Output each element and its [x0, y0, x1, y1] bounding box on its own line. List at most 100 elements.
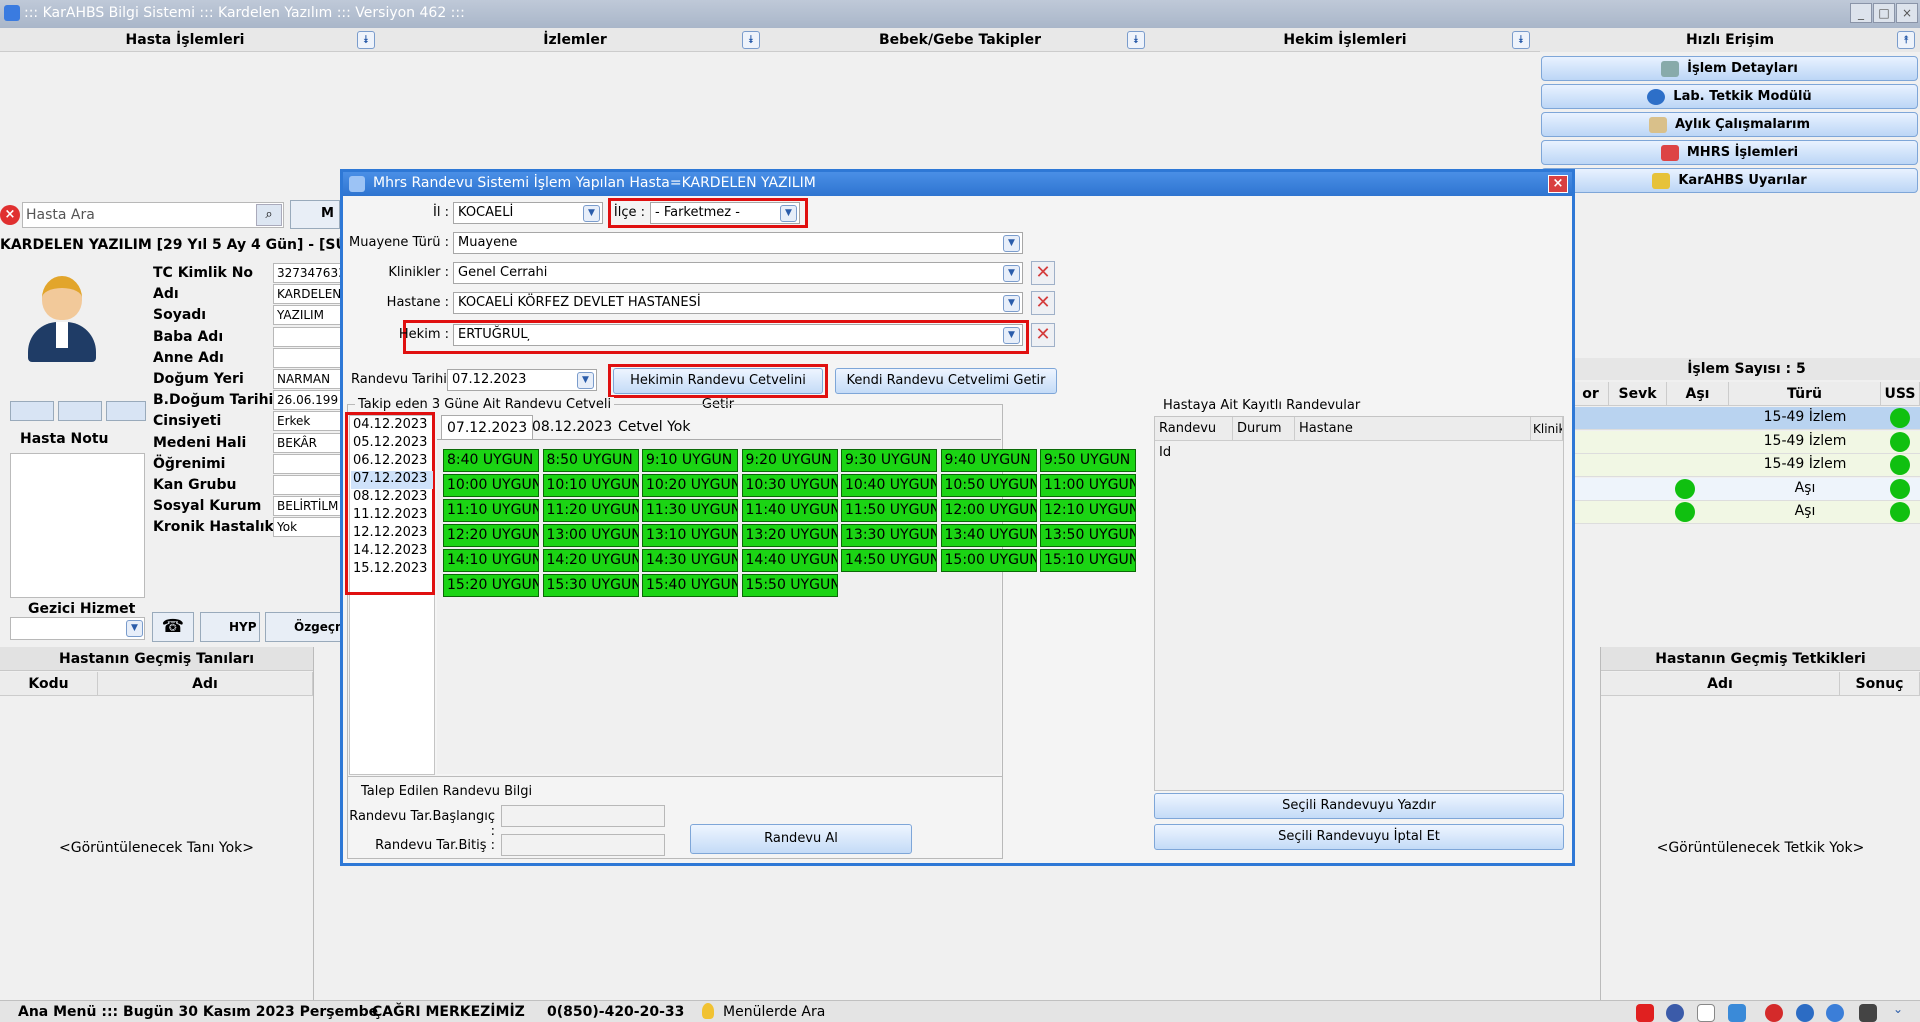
date-list-item[interactable]: 07.12.2023	[351, 471, 433, 489]
menu-bebek-gebe[interactable]: Bebek/Gebe Takipler	[770, 28, 1150, 52]
qa-islem-detaylari[interactable]: İşlem Detayları	[1541, 56, 1918, 81]
chevron-down-icon[interactable]: ▼	[1003, 235, 1020, 252]
appointment-slot[interactable]: 11:00 UYGUN	[1040, 474, 1136, 497]
ribbon-icon[interactable]	[1765, 1004, 1783, 1022]
appointment-slot[interactable]: 11:50 UYGUN	[841, 499, 937, 522]
chevron-down-icon[interactable]: ⯯	[1512, 31, 1530, 49]
menulerde-ara[interactable]: Menülerde Ara	[723, 1004, 825, 1020]
appointment-slot[interactable]: 15:20 UYGUN	[443, 574, 539, 597]
appointment-slot[interactable]: 9:40 UYGUN	[940, 449, 1037, 472]
il-select[interactable]: KOCAELİ	[453, 202, 603, 224]
appointment-slot[interactable]: 9:10 UYGUN	[642, 449, 738, 472]
minimize-button[interactable]: _	[1850, 3, 1872, 23]
appointment-slot[interactable]: 14:30 UYGUN	[642, 549, 738, 572]
table-row[interactable]: Aşı	[1573, 477, 1920, 501]
ilce-select[interactable]: - Farketmez -	[650, 202, 800, 224]
col-or[interactable]: or	[1573, 382, 1609, 406]
appointment-slot[interactable]: 13:20 UYGUN	[741, 524, 838, 547]
col-randevu-id[interactable]: Randevu Id	[1155, 417, 1233, 460]
menu-hasta-islemleri[interactable]: Hasta İşlemleri	[0, 28, 370, 52]
randevu-iptal-button[interactable]: Seçili Randevuyu İptal Et	[1154, 824, 1564, 850]
appointment-slot[interactable]: 13:50 UYGUN	[1040, 524, 1136, 547]
refresh-button[interactable]	[10, 401, 54, 421]
qa-aylik-calismalar[interactable]: Aylık Çalışmalarım	[1541, 112, 1918, 137]
document-icon[interactable]	[1697, 1004, 1715, 1022]
date-list-item[interactable]: 14.12.2023	[351, 543, 433, 561]
patient-field-value[interactable]: NARMAN	[273, 369, 343, 389]
gezici-hizmet-select[interactable]	[10, 617, 145, 640]
chevron-up-icon[interactable]: ⯭	[1897, 31, 1915, 49]
randevu-yazdir-button[interactable]: Seçili Randevuyu Yazdır	[1154, 793, 1564, 819]
table-row[interactable]: 15-49 İzlem	[1573, 407, 1920, 430]
appointment-slot[interactable]: 10:30 UYGUN	[741, 474, 838, 497]
appointment-slot[interactable]: 11:30 UYGUN	[642, 499, 738, 522]
table-row[interactable]: Aşı	[1573, 501, 1920, 524]
remove-button[interactable]	[106, 401, 146, 421]
hasta-notu-textarea[interactable]	[10, 453, 145, 598]
col-sevk[interactable]: Sevk	[1609, 382, 1667, 406]
appointment-slot[interactable]: 13:00 UYGUN	[542, 524, 639, 547]
baslangic-input[interactable]	[501, 805, 665, 827]
maximize-button[interactable]: □	[1873, 3, 1895, 23]
appointment-slot[interactable]: 13:40 UYGUN	[940, 524, 1037, 547]
date-list-item[interactable]: 08.12.2023	[351, 489, 433, 507]
col-klinik[interactable]: Klinik	[1531, 417, 1563, 441]
past-tests-col-name[interactable]: Adı	[1601, 672, 1840, 696]
appointment-slot[interactable]: 14:40 UYGUN	[741, 549, 838, 572]
tab-date[interactable]: 08.12.2023	[527, 415, 617, 439]
appointment-slot[interactable]: 15:30 UYGUN	[542, 574, 639, 597]
tab-date[interactable]: 07.12.2023	[441, 415, 534, 439]
appointment-slot[interactable]: 10:20 UYGUN	[642, 474, 738, 497]
hastane-select[interactable]: KOCAELİ KÖRFEZ DEVLET HASTANESİ	[453, 292, 1023, 314]
qa-lab-tetkik[interactable]: Lab. Tetkik Modülü	[1541, 84, 1918, 109]
chevron-down-icon[interactable]: ▼	[126, 620, 143, 637]
chevron-down-icon[interactable]: ▼	[1003, 265, 1020, 282]
chevron-down-icon[interactable]: ▼	[1003, 327, 1020, 344]
chevron-down-icon[interactable]: ▼	[1003, 295, 1020, 312]
hasta-ara-input[interactable]: Hasta Ara	[22, 202, 284, 228]
appointment-slot[interactable]: 12:20 UYGUN	[443, 524, 539, 547]
ozgecmis-button[interactable]: Özgeçm	[265, 612, 341, 642]
patient-field-value[interactable]: BELİRTİLM	[273, 496, 343, 517]
appointment-slot[interactable]: 15:40 UYGUN	[642, 574, 738, 597]
facebook-icon[interactable]	[1666, 1004, 1684, 1022]
dialog-close-button[interactable]: ×	[1548, 175, 1568, 193]
appointment-slot[interactable]: 14:20 UYGUN	[542, 549, 639, 572]
patient-field-value[interactable]	[273, 326, 343, 347]
table-row[interactable]: 15-49 İzlem	[1573, 430, 1920, 454]
tab-date[interactable]: Cetvel Yok	[613, 415, 695, 439]
refresh-button-2[interactable]	[58, 401, 102, 421]
menu-izlemler[interactable]: İzlemler	[385, 28, 765, 52]
bitis-input[interactable]	[501, 834, 665, 856]
appointment-slot[interactable]: 11:40 UYGUN	[741, 499, 838, 522]
randevu-al-button[interactable]: Randevu Al	[690, 824, 912, 854]
past-dx-col-name[interactable]: Adı	[98, 672, 313, 696]
hyp-button[interactable]: HYP	[200, 612, 260, 642]
help-icon[interactable]	[1826, 1004, 1844, 1022]
chat-icon[interactable]	[1728, 1004, 1746, 1022]
col-turu[interactable]: Türü	[1729, 382, 1881, 406]
clear-klinik-button[interactable]: ✕	[1031, 261, 1055, 285]
qa-karahbs-uyarilar[interactable]: KarAHBS Uyarılar	[1541, 168, 1918, 193]
patient-field-value[interactable]: BEKÂR	[273, 432, 343, 453]
patient-field-value[interactable]: YAZILIM	[273, 305, 343, 326]
date-list-item[interactable]: 05.12.2023	[351, 435, 433, 453]
date-list-item[interactable]: 06.12.2023	[351, 453, 433, 471]
calendar-dropdown-icon[interactable]: ▼	[577, 372, 594, 389]
appointment-slot[interactable]: 9:30 UYGUN	[841, 449, 937, 472]
clear-hekim-button[interactable]: ✕	[1031, 323, 1055, 347]
patient-field-value[interactable]: Erkek	[273, 411, 343, 432]
patient-field-value[interactable]: 327347633	[273, 263, 343, 283]
phone-button[interactable]: ☎	[152, 612, 194, 642]
hekim-select[interactable]: ERTUĞRUL ̦	[453, 324, 1023, 346]
date-list-item[interactable]: 04.12.2023	[351, 417, 433, 435]
info-icon[interactable]	[1796, 1004, 1814, 1022]
past-tests-col-result[interactable]: Sonuç	[1840, 672, 1920, 696]
patient-field-value[interactable]	[273, 453, 343, 474]
patient-field-value[interactable]: 26.06.199	[273, 390, 343, 411]
appointment-slot[interactable]: 9:20 UYGUN	[741, 449, 838, 472]
appointment-slot[interactable]: 14:50 UYGUN	[841, 549, 937, 572]
clear-search-icon[interactable]: ×	[0, 205, 20, 225]
chevron-down-icon[interactable]: ⌄	[1893, 1002, 1903, 1016]
chevron-down-icon[interactable]: ▼	[583, 205, 600, 222]
